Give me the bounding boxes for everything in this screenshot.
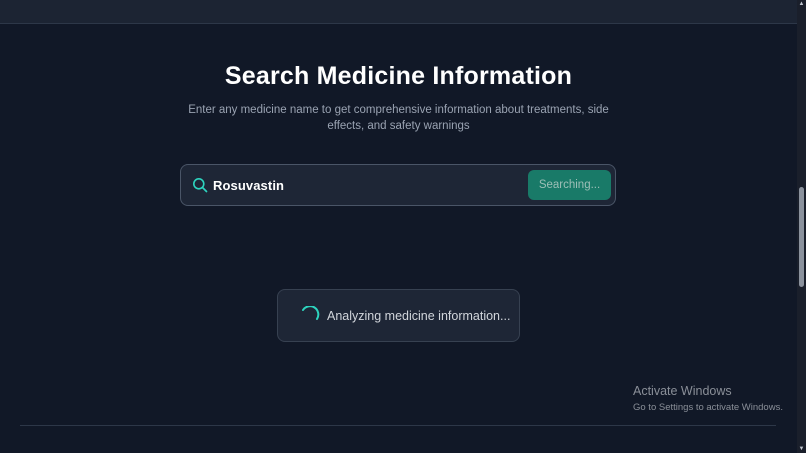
watermark-title: Activate Windows [633, 384, 732, 398]
page-title: Search Medicine Information [224, 62, 573, 90]
medicine-search-input[interactable] [213, 173, 513, 197]
loading-card: Analyzing medicine information... [277, 289, 520, 342]
loading-message: Analyzing medicine information... [327, 309, 511, 323]
search-button[interactable]: Searching... [528, 170, 611, 200]
search-bar: Searching... [180, 164, 616, 206]
search-icon [192, 177, 208, 193]
scrollbar-thumb[interactable] [799, 187, 804, 287]
page: Search Medicine Information Enter any me… [0, 0, 806, 453]
spinner-icon [300, 305, 320, 326]
page-subtitle: Enter any medicine name to get comprehen… [188, 104, 609, 132]
top-header-bar [0, 0, 797, 24]
footer-divider [20, 425, 776, 426]
watermark-subtitle: Go to Settings to activate Windows. [633, 402, 783, 413]
vertical-scrollbar[interactable]: ▲ ▼ [797, 0, 806, 453]
windows-activation-watermark: Activate Windows Go to Settings to activ… [633, 383, 783, 415]
scroll-up-arrow-icon[interactable]: ▲ [798, 0, 805, 8]
scroll-down-arrow-icon[interactable]: ▼ [798, 445, 805, 453]
